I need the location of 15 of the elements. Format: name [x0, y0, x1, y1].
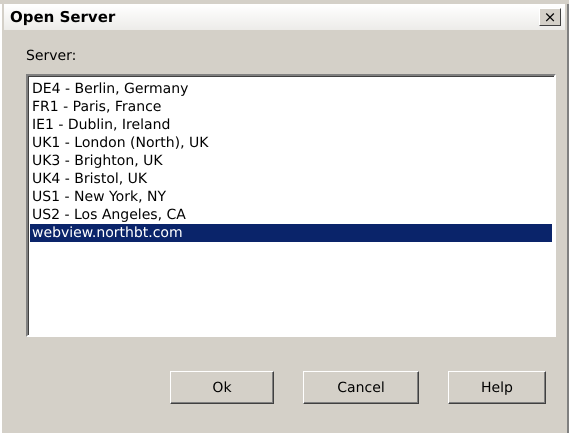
dialog-button[interactable]: Help: [448, 371, 546, 404]
dialog-button[interactable]: Cancel: [303, 371, 419, 404]
dialog-button[interactable]: Ok: [170, 371, 274, 404]
server-item[interactable]: US2 - Los Angeles, CA: [30, 206, 552, 224]
server-item[interactable]: FR1 - Paris, France: [30, 98, 552, 116]
server-item[interactable]: UK4 - Bristol, UK: [30, 170, 552, 188]
close-button[interactable]: ×: [539, 8, 561, 26]
server-item[interactable]: UK3 - Brighton, UK: [30, 152, 552, 170]
server-item[interactable]: webview.northbt.com: [30, 224, 552, 242]
server-label: Server:: [26, 48, 76, 64]
server-item[interactable]: UK1 - London (North), UK: [30, 134, 552, 152]
server-item[interactable]: US1 - New York, NY: [30, 188, 552, 206]
server-item[interactable]: DE4 - Berlin, Germany: [30, 80, 552, 98]
window-title: Open Server: [10, 8, 116, 26]
server-item[interactable]: IE1 - Dublin, Ireland: [30, 116, 552, 134]
